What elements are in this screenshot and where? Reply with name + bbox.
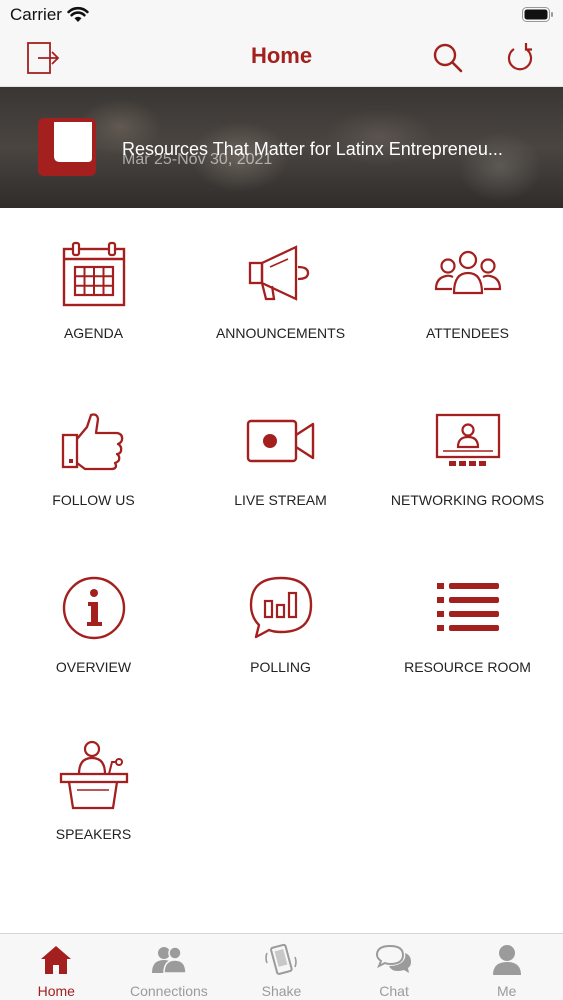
person-icon bbox=[489, 942, 525, 978]
tab-label: Me bbox=[496, 983, 517, 999]
tile-label: ANNOUNCEMENTS bbox=[215, 325, 346, 341]
calendar-icon bbox=[58, 238, 130, 310]
tab-label: Home bbox=[37, 983, 75, 999]
home-icon bbox=[38, 942, 74, 978]
agenda-tile[interactable]: AGENDA bbox=[0, 208, 187, 375]
tile-label: AGENDA bbox=[63, 325, 124, 341]
search-button[interactable] bbox=[428, 38, 468, 78]
tile-label: NETWORKING ROOMS bbox=[390, 492, 545, 508]
tab-chat[interactable]: Chat bbox=[338, 934, 451, 1000]
chat-icon bbox=[376, 942, 412, 978]
tile-label: POLLING bbox=[250, 659, 311, 675]
page-title: Home bbox=[250, 43, 313, 68]
follow-us-tile[interactable]: FOLLOW US bbox=[0, 375, 187, 542]
overview-tile[interactable]: OVERVIEW bbox=[0, 542, 187, 709]
event-logo bbox=[38, 118, 96, 176]
thumbs-up-icon bbox=[58, 405, 130, 477]
tile-label: FOLLOW US bbox=[52, 492, 135, 508]
announcements-tile[interactable]: ANNOUNCEMENTS bbox=[187, 208, 374, 375]
refresh-icon bbox=[507, 43, 533, 71]
carrier-label: Carrier bbox=[10, 5, 62, 24]
battery-icon bbox=[522, 7, 553, 22]
video-camera-icon bbox=[245, 405, 317, 477]
attendees-tile[interactable]: ATTENDEES bbox=[374, 208, 561, 375]
polling-tile[interactable]: POLLING bbox=[187, 542, 374, 709]
tab-label: Chat bbox=[379, 983, 409, 999]
podium-icon bbox=[58, 739, 130, 811]
megaphone-icon bbox=[245, 238, 317, 310]
tab-home[interactable]: Home bbox=[0, 934, 113, 1000]
search-icon bbox=[433, 43, 463, 73]
status-bar: Carrier bbox=[0, 0, 563, 30]
networking-rooms-tile[interactable]: NETWORKING ROOMS bbox=[374, 375, 561, 542]
resource-room-tile[interactable]: RESOURCE ROOM bbox=[374, 542, 561, 709]
tile-label: RESOURCE ROOM bbox=[404, 659, 531, 675]
tab-shake[interactable]: Shake bbox=[225, 934, 338, 1000]
navigation-bar: Home bbox=[0, 30, 563, 87]
shake-phone-icon bbox=[263, 942, 299, 978]
info-icon bbox=[58, 572, 130, 644]
wifi-icon bbox=[67, 6, 89, 22]
monitor-user-icon bbox=[432, 405, 504, 477]
tile-label: SPEAKERS bbox=[55, 826, 132, 842]
tile-label: LIVE STREAM bbox=[234, 492, 327, 508]
tab-bar: Home Connections Shake Chat Me bbox=[0, 933, 563, 1000]
connections-icon bbox=[151, 942, 187, 978]
live-stream-tile[interactable]: LIVE STREAM bbox=[187, 375, 374, 542]
speakers-tile[interactable]: SPEAKERS bbox=[0, 709, 187, 876]
list-icon bbox=[432, 572, 504, 644]
refresh-button[interactable] bbox=[500, 38, 540, 78]
tab-me[interactable]: Me bbox=[450, 934, 563, 1000]
poll-bubble-icon bbox=[245, 572, 317, 644]
tab-connections[interactable]: Connections bbox=[113, 934, 226, 1000]
event-title: Resources That Matter for Latinx Entrepr… bbox=[122, 139, 503, 159]
event-banner[interactable]: Mar 25-Nov 30, 2021 Resources That Matte… bbox=[0, 87, 563, 208]
tab-label: Shake bbox=[261, 983, 302, 999]
tile-label: ATTENDEES bbox=[426, 325, 509, 341]
tile-label: OVERVIEW bbox=[55, 659, 132, 675]
people-icon bbox=[432, 238, 504, 310]
tab-label: Connections bbox=[129, 983, 208, 999]
